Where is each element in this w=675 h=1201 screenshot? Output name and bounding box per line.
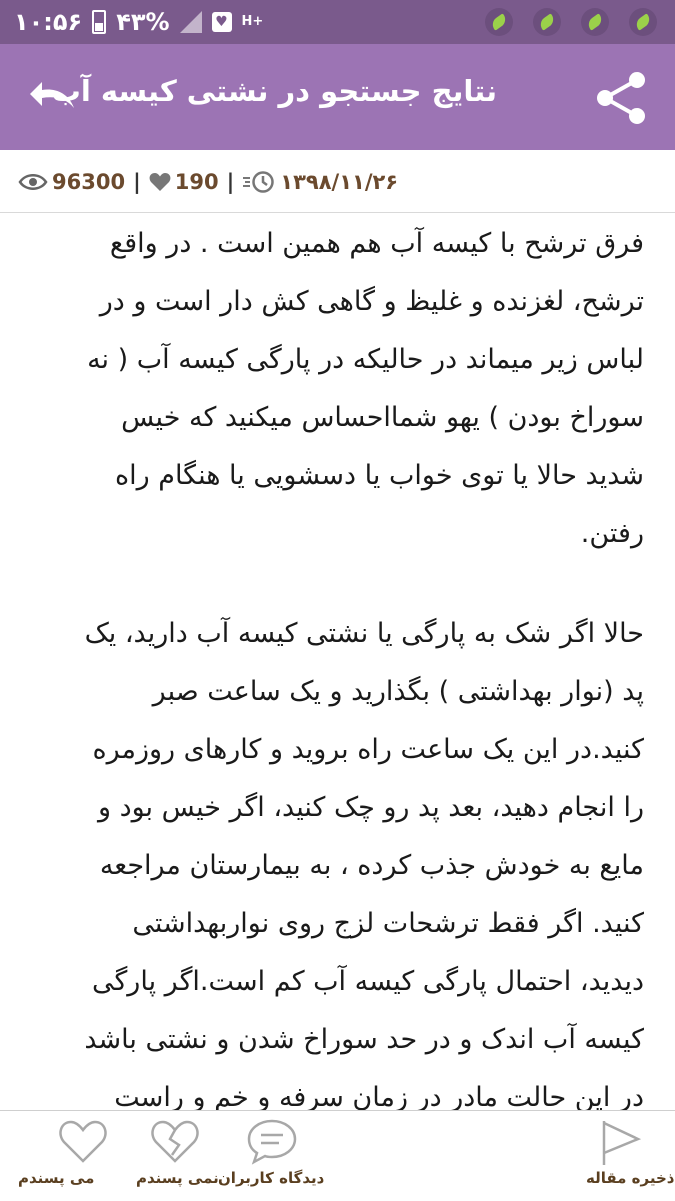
broken-heart-icon (151, 1120, 199, 1163)
clipped-text-fragment (480, 150, 600, 156)
dislike-button[interactable]: نمی پسندم (128, 1111, 219, 1201)
text-line: شدید حالا یا توی خواب یا دسشویی یا هنگام… (114, 460, 644, 491)
flag-icon (602, 1121, 642, 1165)
text-line: کنید.در این یک ساعت راه بروید و کارهای ر… (92, 734, 644, 765)
likes-value: 190 (174, 170, 219, 194)
notification-icon: ♥ (211, 12, 232, 32)
comments-button[interactable]: دیدگاه کاربران (218, 1111, 328, 1201)
meta-separator: | (133, 170, 141, 194)
dislike-label: نمی پسندم (136, 1169, 219, 1187)
text-line: ترشح، لغزنده و غلیظ و گاهی کش دار است و … (99, 286, 644, 317)
date-value: ۱۳۹۸/۱۱/۲۶ (280, 170, 399, 194)
publish-date: ۱۳۹۸/۱۱/۲۶ (242, 170, 398, 194)
text-line: لباس زیر میماند در حالیکه در پارگی کیسه … (87, 344, 644, 375)
app-notification-icon (629, 8, 657, 36)
notification-app-icons (485, 8, 657, 36)
comment-bubble-icon (247, 1119, 297, 1165)
signal-icon (179, 11, 202, 33)
battery-icon (92, 10, 107, 34)
app-notification-icon (533, 8, 561, 36)
status-time: ۱۰:۵۶ (14, 8, 83, 36)
text-line: پد (نوار بهداشتی ) بگذارید و یک ساعت صبر (152, 676, 644, 707)
text-line: حالا اگر شک به پارگی یا نشتی کیسه آب دار… (84, 618, 644, 649)
eye-icon (18, 174, 48, 190)
like-label: می پسندم (18, 1169, 95, 1187)
save-article-label: ذخیره مقاله (586, 1169, 675, 1187)
app-notification-icon (581, 8, 609, 36)
article-meta: 96300 | 190 | ۱۳۹۸/۱۱/۲۶ (18, 164, 398, 200)
meta-separator: | (226, 170, 235, 194)
text-line: فرق ترشح با کیسه آب هم همین است . در واق… (109, 228, 644, 259)
text-line: در این حالت مادر در زمان سرفه و خم و راس… (114, 1082, 644, 1110)
article-paragraph: فرق ترشح با کیسه آب هم همین است . در واق… (16, 215, 644, 563)
heart-outline-icon (59, 1120, 107, 1163)
clock-icon (243, 171, 274, 193)
views-count: 96300 (18, 170, 125, 194)
article-body: فرق ترشح با کیسه آب هم همین است . در واق… (16, 215, 644, 1110)
network-type: H+ (241, 14, 264, 29)
text-line: کنید. اگر فقط ترشحات لزج روی نواربهداشتی (132, 908, 644, 939)
status-bar-left: ۱۰:۵۶ ۴۳% ♥ H+ (14, 8, 263, 36)
text-line: دیدید، احتمال پارگی کیسه آب کم است.اگر پ… (91, 966, 644, 997)
divider (0, 212, 675, 213)
heart-icon (149, 173, 171, 191)
battery-percent: ۴۳% (116, 8, 170, 36)
article-paragraph: حالا اگر شک به پارگی یا نشتی کیسه آب دار… (16, 605, 644, 1110)
text-line: را انجام دهید، بعد پد رو چک کنید، اگر خی… (97, 792, 644, 823)
text-line: سوراخ بودن ) یهو شمااحساس میکنید که خیس (121, 402, 644, 433)
comments-label: دیدگاه کاربران (218, 1169, 325, 1187)
status-bar: ۱۰:۵۶ ۴۳% ♥ H+ (0, 0, 675, 44)
app-bar: نتایج جستجو در نشتی کیسه آب (0, 44, 675, 150)
share-button[interactable] (593, 70, 649, 126)
text-line: رفتن. (580, 518, 644, 549)
share-icon (597, 72, 645, 124)
text-line: مایع به خودش جذب کرده ، به بیمارستان مرا… (99, 850, 644, 881)
likes-count: 190 (149, 170, 219, 194)
app-notification-icon (485, 8, 513, 36)
like-button[interactable]: می پسندم (18, 1111, 128, 1201)
views-value: 96300 (52, 170, 126, 194)
bottom-action-bar: می پسندم نمی پسندم دیدگاه کاربران ذخیره … (0, 1110, 675, 1201)
page-title: نتایج جستجو در نشتی کیسه آب (51, 74, 497, 108)
save-article-button[interactable]: ذخیره مقاله (580, 1111, 674, 1201)
text-line: کیسه آب اندک و در حد سوراخ شدن و نشتی با… (84, 1024, 644, 1055)
